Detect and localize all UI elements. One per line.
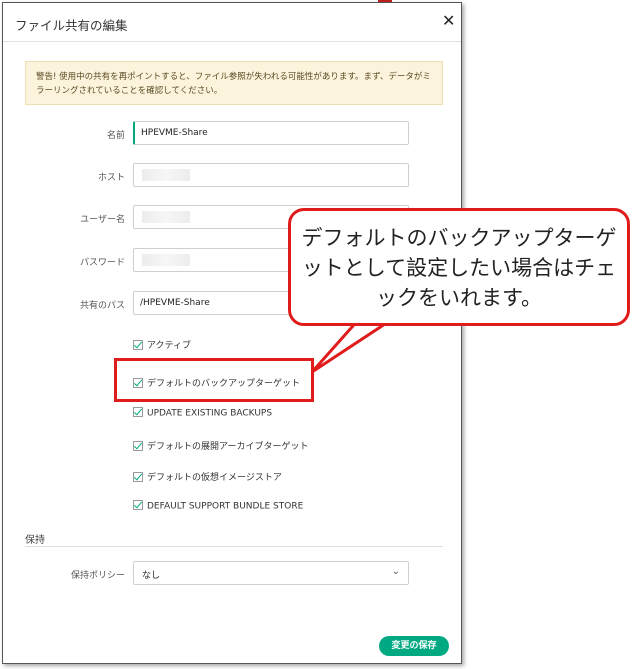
annotation-callout: デフォルトのバックアップターゲットとして設定したい場合はチェックをいれます。: [288, 208, 630, 326]
callout-pointer: [310, 316, 400, 374]
